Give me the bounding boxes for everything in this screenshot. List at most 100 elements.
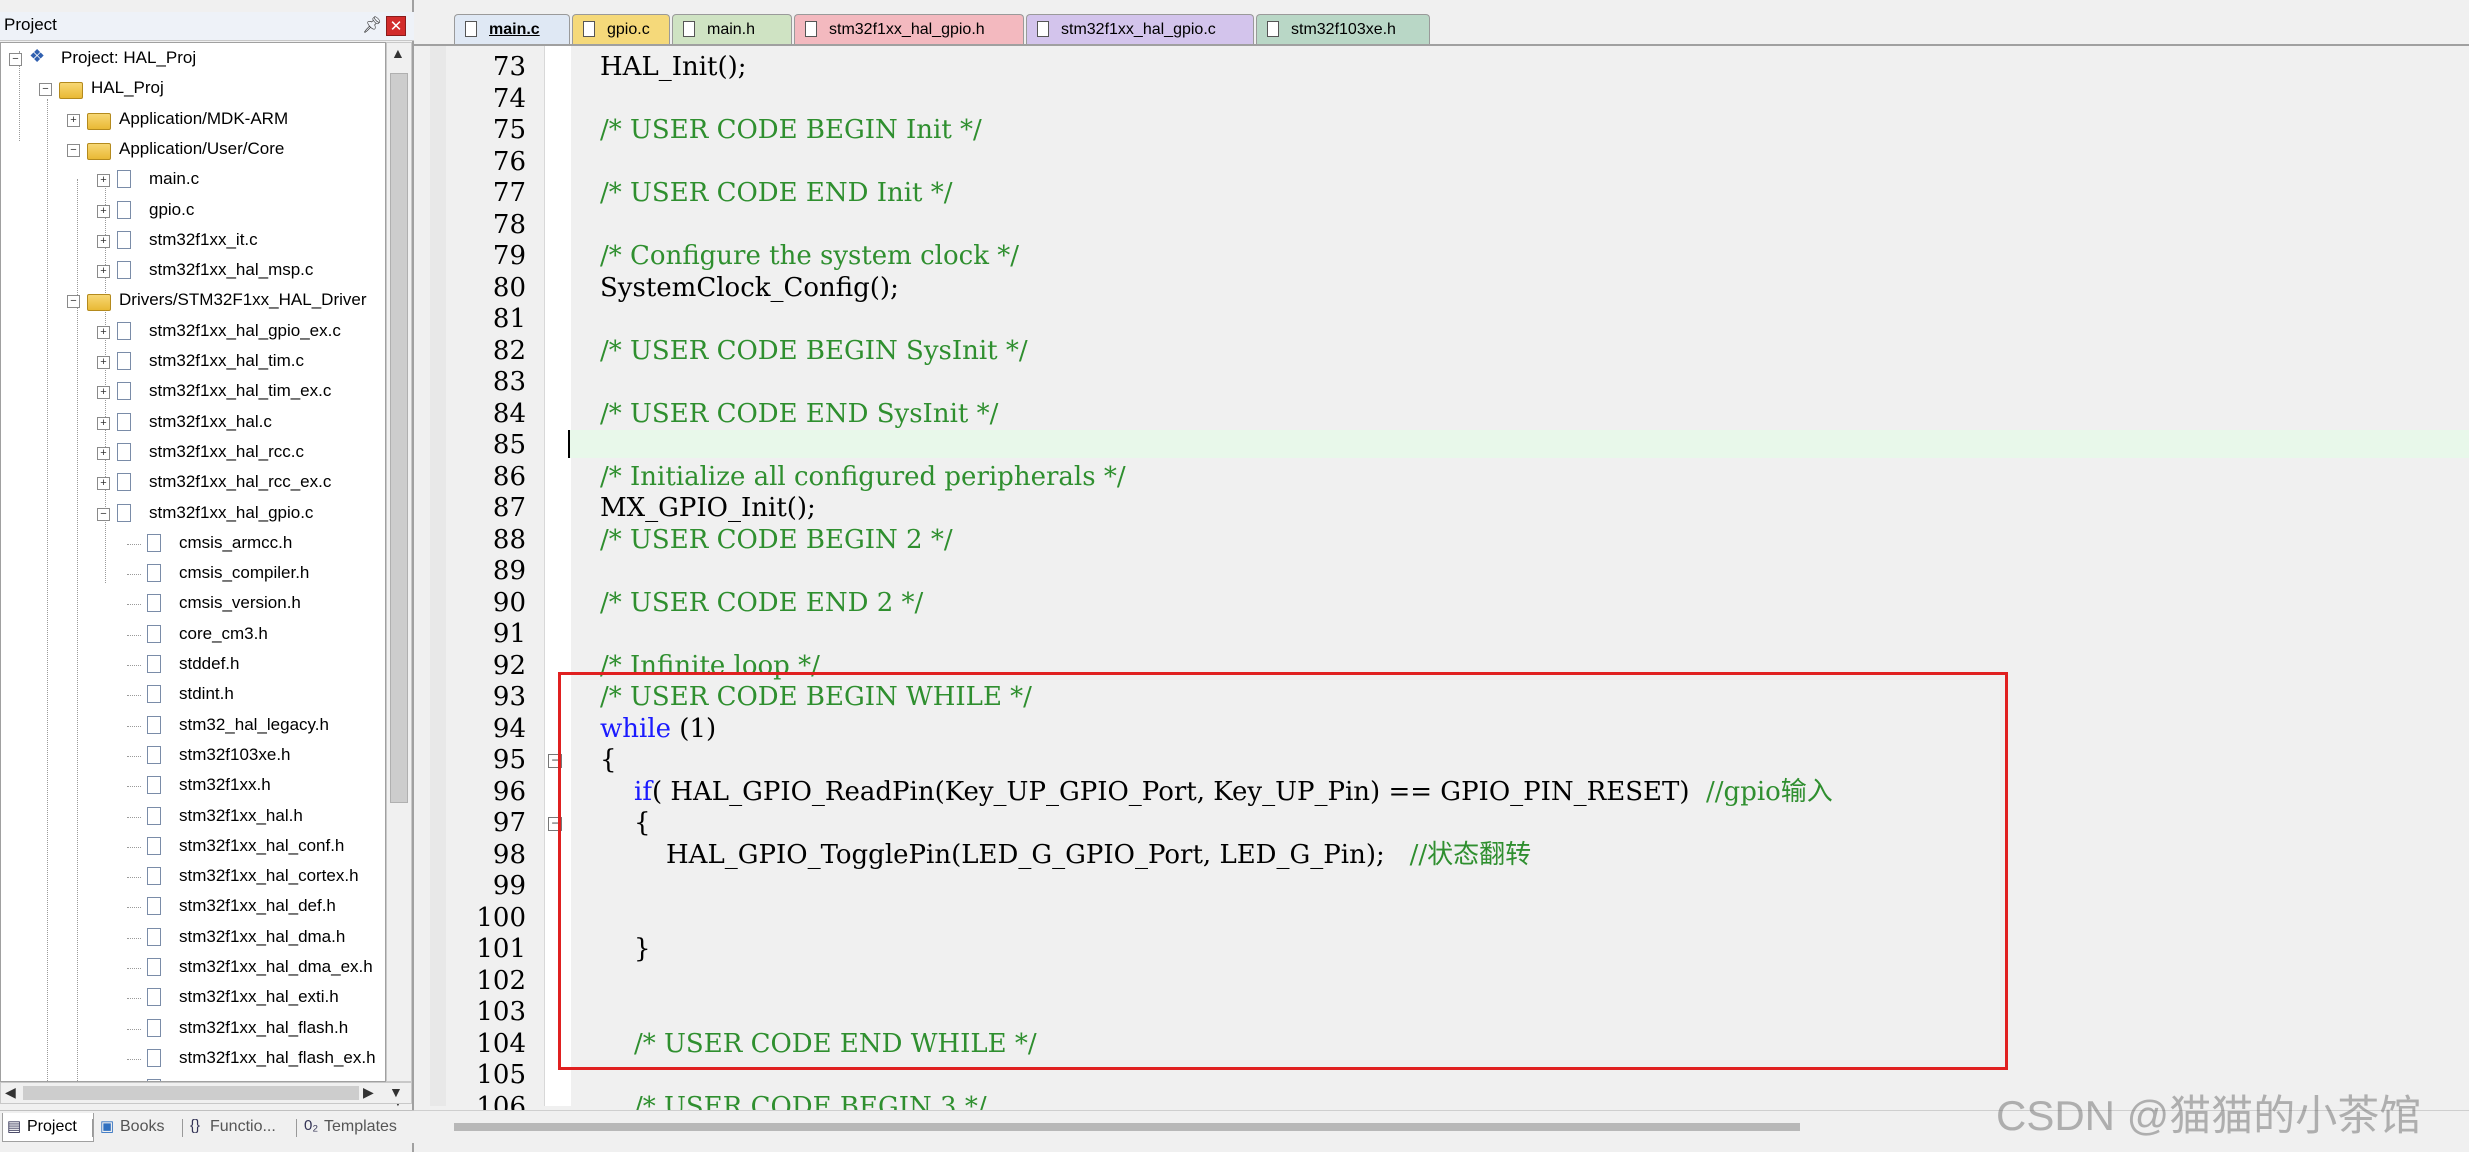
- expand-icon[interactable]: +: [97, 234, 110, 248]
- scroll-right-icon[interactable]: ▶: [363, 1084, 374, 1101]
- tab-books[interactable]: ▣ Books: [96, 1113, 182, 1141]
- code-line[interactable]: }: [634, 934, 651, 966]
- close-icon[interactable]: ✕: [386, 16, 406, 36]
- tree-item[interactable]: − HAL_Proj: [1, 75, 385, 103]
- expand-icon[interactable]: +: [97, 204, 110, 218]
- code-line[interactable]: if( HAL_GPIO_ReadPin(Key_UP_GPIO_Port, K…: [634, 777, 1833, 809]
- tree-item-label: Project: HAL_Proj: [61, 48, 197, 67]
- tree-item[interactable]: stdint.h: [1, 681, 385, 709]
- code-line[interactable]: /* USER CODE BEGIN SysInit */: [600, 336, 1028, 368]
- code-line[interactable]: /* Initialize all configured peripherals…: [600, 462, 1126, 494]
- code-line[interactable]: /* USER CODE BEGIN 2 */: [600, 525, 953, 557]
- code-line[interactable]: HAL_GPIO_TogglePin(LED_G_GPIO_Port, LED_…: [666, 840, 1531, 872]
- code-line[interactable]: while (1): [600, 714, 716, 746]
- scroll-thumb[interactable]: [454, 1123, 1800, 1131]
- expand-icon[interactable]: +: [97, 477, 110, 491]
- tree-item[interactable]: stm32f1xx_hal_dma.h: [1, 924, 385, 952]
- tree-item[interactable]: cmsis_compiler.h: [1, 560, 385, 588]
- expand-icon[interactable]: +: [97, 386, 110, 400]
- expand-icon[interactable]: +: [97, 174, 110, 188]
- fold-toggle-icon[interactable]: −: [548, 754, 562, 768]
- code-line[interactable]: /* USER CODE END 2 */: [600, 588, 923, 620]
- scroll-thumb[interactable]: [390, 73, 408, 803]
- collapse-icon[interactable]: −: [67, 295, 80, 309]
- editor-tab[interactable]: stm32f1xx_hal_gpio.c: [1026, 14, 1254, 44]
- tree-item[interactable]: + stm32f1xx_hal_gpio_ex.c: [1, 318, 385, 346]
- tab-project[interactable]: ▤ Project: [2, 1113, 94, 1142]
- code-line[interactable]: /* Infinite loop */: [600, 651, 820, 683]
- tree-item[interactable]: stm32f1xx_hal_flash.h: [1, 1015, 385, 1043]
- scroll-thumb[interactable]: [23, 1086, 359, 1100]
- tree-item[interactable]: + main.c: [1, 166, 385, 194]
- tree-item[interactable]: stm32f1xx_hal_def.h: [1, 893, 385, 921]
- fold-toggle-icon[interactable]: −: [548, 817, 562, 831]
- tab-templates[interactable]: 0₂ Templates: [300, 1113, 410, 1141]
- tree-item[interactable]: + stm32f1xx_hal_msp.c: [1, 257, 385, 285]
- tree-item[interactable]: stm32f1xx_hal_dma_ex.h: [1, 954, 385, 982]
- pin-icon[interactable]: 📌︎: [362, 15, 382, 35]
- fold-margin[interactable]: [544, 46, 571, 1106]
- tree-item[interactable]: + stm32f1xx_hal_tim.c: [1, 348, 385, 376]
- tree-item[interactable]: stm32_hal_legacy.h: [1, 712, 385, 740]
- expand-icon[interactable]: +: [67, 113, 80, 127]
- editor-tab[interactable]: gpio.c: [572, 14, 670, 44]
- tree-item[interactable]: stddef.h: [1, 651, 385, 679]
- project-tree[interactable]: − ❖ Project: HAL_Proj − HAL_Proj + Application…: [0, 42, 386, 1082]
- tree-item[interactable]: − ❖ Project: HAL_Proj: [1, 45, 385, 73]
- collapse-icon[interactable]: −: [39, 83, 52, 97]
- code-line[interactable]: /* USER CODE END Init */: [600, 178, 953, 210]
- tree-vertical-scrollbar[interactable]: ▲ ▼: [386, 42, 412, 1109]
- breakpoint-margin[interactable]: [430, 46, 447, 1106]
- collapse-icon[interactable]: −: [97, 507, 110, 521]
- tree-item[interactable]: stm32f1xx_hal_cortex.h: [1, 863, 385, 891]
- tree-item[interactable]: stm32f1xx_hal_exti.h: [1, 984, 385, 1012]
- tree-item[interactable]: stm32f103xe.h: [1, 742, 385, 770]
- tree-item[interactable]: − stm32f1xx_hal_gpio.c: [1, 500, 385, 528]
- tree-item[interactable]: − Drivers/STM32F1xx_HAL_Driver: [1, 287, 385, 315]
- tree-item[interactable]: + gpio.c: [1, 197, 385, 225]
- editor-tab[interactable]: stm32f103xe.h: [1256, 14, 1430, 44]
- tree-item[interactable]: cmsis_armcc.h: [1, 530, 385, 558]
- expand-icon[interactable]: +: [97, 265, 110, 279]
- code-line[interactable]: /* USER CODE END WHILE */: [634, 1029, 1037, 1061]
- tree-item[interactable]: cmsis_version.h: [1, 590, 385, 618]
- code-line[interactable]: {: [634, 808, 651, 840]
- code-line[interactable]: SystemClock_Config();: [600, 273, 899, 305]
- tree-item[interactable]: + stm32f1xx_hal_rcc.c: [1, 439, 385, 467]
- collapse-icon[interactable]: −: [67, 143, 80, 157]
- editor-tab-bar: main.c gpio.c main.h stm32f1xx_hal_gpio.h st…: [414, 12, 2469, 46]
- editor-tab[interactable]: main.h: [672, 14, 792, 44]
- tree-item[interactable]: core_cm3.h: [1, 621, 385, 649]
- tree-item[interactable]: stm32f1xx_hal_gpio.h: [1, 1075, 385, 1081]
- scroll-up-icon[interactable]: ▲: [391, 45, 405, 61]
- expand-icon[interactable]: +: [97, 446, 110, 460]
- tree-item[interactable]: + stm32f1xx_hal_tim_ex.c: [1, 378, 385, 406]
- tree-item[interactable]: + stm32f1xx_it.c: [1, 227, 385, 255]
- tree-item[interactable]: stm32f1xx.h: [1, 772, 385, 800]
- editor-tab[interactable]: main.c: [454, 14, 570, 44]
- expand-icon[interactable]: +: [97, 325, 110, 339]
- tree-item[interactable]: stm32f1xx_hal_conf.h: [1, 833, 385, 861]
- tree-item[interactable]: + stm32f1xx_hal.c: [1, 409, 385, 437]
- code-line[interactable]: /* USER CODE END SysInit */: [600, 399, 998, 431]
- tree-guide: [127, 695, 141, 697]
- tree-item[interactable]: + stm32f1xx_hal_rcc_ex.c: [1, 469, 385, 497]
- scroll-left-icon[interactable]: ◀: [5, 1084, 16, 1101]
- tree-item[interactable]: stm32f1xx_hal.h: [1, 803, 385, 831]
- code-line[interactable]: MX_GPIO_Init();: [600, 493, 816, 525]
- tree-item[interactable]: − Application/User/Core: [1, 136, 385, 164]
- expand-icon[interactable]: +: [97, 416, 110, 430]
- tree-item[interactable]: stm32f1xx_hal_flash_ex.h: [1, 1045, 385, 1073]
- code-line[interactable]: /* Configure the system clock */: [600, 241, 1019, 273]
- code-line[interactable]: /* USER CODE BEGIN WHILE */: [600, 682, 1032, 714]
- scroll-down-icon[interactable]: ▼: [389, 1084, 403, 1100]
- code-line[interactable]: {: [600, 745, 617, 777]
- tree-horizontal-scrollbar[interactable]: ◀ ▶ ▼: [0, 1082, 412, 1104]
- code-line[interactable]: HAL_Init();: [600, 52, 747, 84]
- tab-functio[interactable]: {} Functio...: [186, 1113, 294, 1141]
- editor-tab[interactable]: stm32f1xx_hal_gpio.h: [794, 14, 1024, 44]
- tree-item[interactable]: + Application/MDK-ARM: [1, 106, 385, 134]
- collapse-icon[interactable]: −: [9, 53, 22, 66]
- code-line[interactable]: /* USER CODE BEGIN Init */: [600, 115, 982, 147]
- expand-icon[interactable]: +: [97, 356, 110, 369]
